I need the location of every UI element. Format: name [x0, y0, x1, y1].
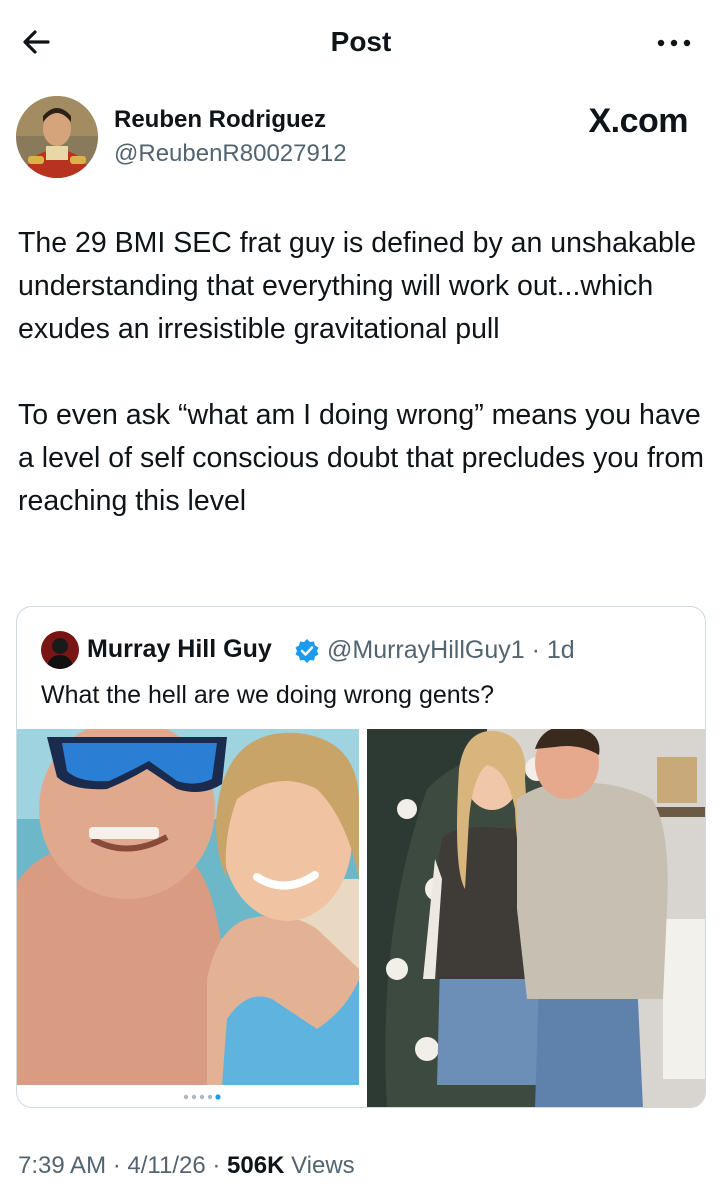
quoted-media	[17, 729, 705, 1107]
verified-badge-icon	[293, 637, 321, 665]
quoted-meta: @MurrayHillGuy1 · 1d	[327, 636, 575, 665]
views-count[interactable]: 506K	[227, 1152, 284, 1179]
quoted-handle[interactable]: @MurrayHillGuy1	[327, 636, 525, 664]
post-body: The 29 BMI SEC frat guy is defined by an…	[18, 222, 708, 523]
carousel-dots	[183, 1094, 221, 1100]
post-date[interactable]: 4/11/26	[127, 1152, 205, 1179]
quoted-text: What the hell are we doing wrong gents?	[41, 681, 495, 709]
post-author: Reuben Rodriguez @ReubenR80027912 X.com	[16, 96, 706, 186]
meta-separator: ·	[531, 636, 540, 664]
author-name[interactable]: Reuben Rodriguez	[114, 106, 326, 134]
author-handle[interactable]: @ReubenR80027912	[114, 140, 347, 168]
avatar[interactable]	[16, 96, 98, 178]
views-label: Views	[291, 1152, 355, 1179]
quoted-avatar[interactable]	[41, 631, 79, 669]
meta-separator: ·	[212, 1152, 221, 1179]
more-button[interactable]	[654, 28, 694, 58]
photo-christmas-tree[interactable]	[367, 729, 705, 1107]
quoted-author-name[interactable]: Murray Hill Guy	[87, 635, 272, 664]
quoted-age[interactable]: 1d	[547, 636, 575, 664]
watermark-logo: X.com	[588, 102, 688, 140]
post-time[interactable]: 7:39 AM	[18, 1152, 106, 1179]
top-bar: Post	[0, 0, 722, 88]
post-meta: 7:39 AM · 4/11/26 · 506K Views	[18, 1152, 355, 1180]
post-paragraph: The 29 BMI SEC frat guy is defined by an…	[18, 227, 697, 345]
quoted-post[interactable]: Murray Hill Guy @MurrayHillGuy1 · 1d Wha…	[16, 606, 706, 1108]
photo-beach-selfie[interactable]	[17, 729, 359, 1085]
page-title: Post	[330, 26, 392, 57]
more-horizontal-icon	[657, 39, 691, 47]
meta-separator: ·	[112, 1152, 121, 1179]
post-paragraph: To even ask “what am I doing wrong” mean…	[18, 399, 704, 517]
